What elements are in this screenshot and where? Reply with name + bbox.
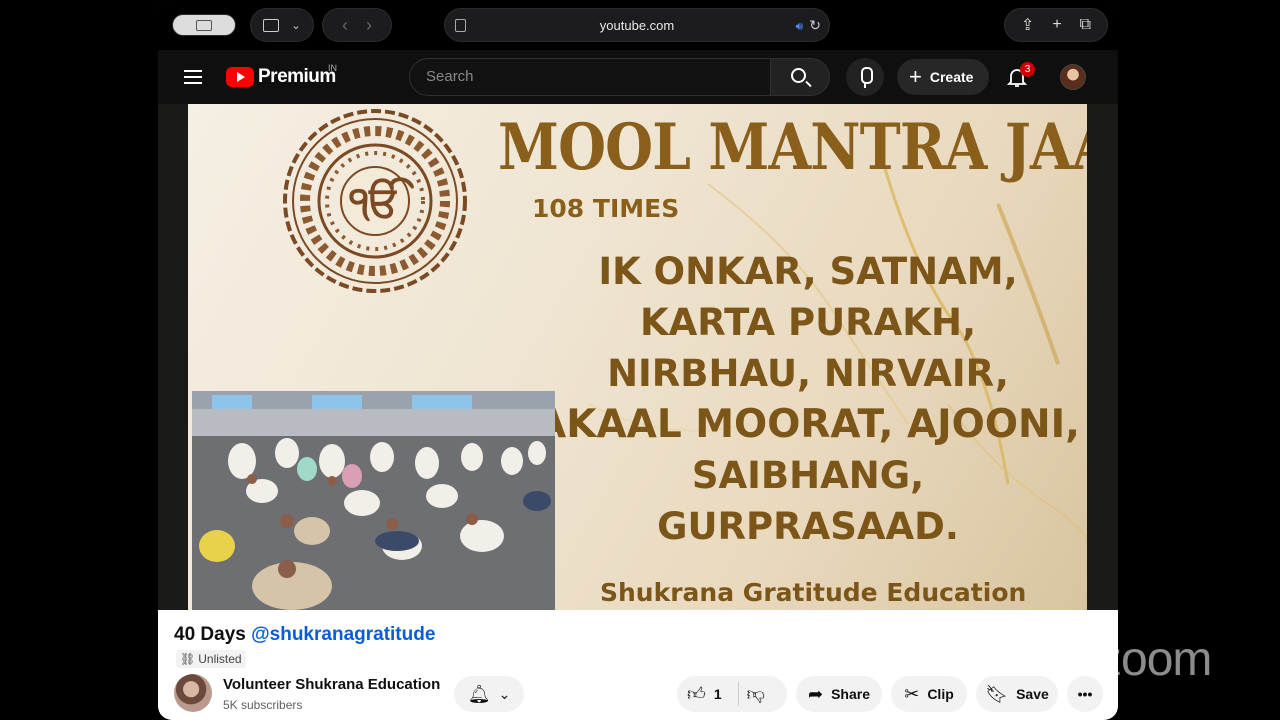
search-input[interactable]: Search xyxy=(409,58,771,96)
video-title: 40 Days @shukranagratitude xyxy=(174,624,435,646)
mantra-line: NIRBHAU, NIRVAIR, xyxy=(607,352,1009,395)
like-icon[interactable]: 👍︎ xyxy=(687,683,706,705)
logo-text: Premium xyxy=(258,66,336,87)
page-menu-icon[interactable] xyxy=(455,19,466,32)
clip-label: Clip xyxy=(927,686,954,702)
save-label: Save xyxy=(1016,686,1049,702)
save-button[interactable]: 🔖︎ Save xyxy=(976,676,1058,712)
tab-overview-button[interactable] xyxy=(172,14,236,36)
mantra-line: AKAAL MOORAT, AJOONI, xyxy=(536,402,1080,447)
share-label: Share xyxy=(831,686,870,702)
notification-badge: 3 xyxy=(1020,62,1035,77)
tabs-icon xyxy=(196,19,212,31)
browser-window: ⌄ ‹ › youtube.com 🔊︎ ↻ ⇪ + ⧉ Premium IN … xyxy=(158,0,1118,720)
video-frame: ੴ MOOL MANTRA JAAP 108 TIMES IK ONKAR, S… xyxy=(188,104,1087,610)
audio-playing-icon[interactable]: 🔊︎ xyxy=(795,19,803,34)
share-arrow-icon: ➦ xyxy=(807,683,824,704)
youtube-header: Premium IN Search + Create 3 xyxy=(158,50,1118,104)
bell-icon: 🔔︎ xyxy=(467,683,491,704)
nav-buttons: ‹ › xyxy=(322,8,392,42)
chevron-down-icon: ⌄ xyxy=(498,685,511,702)
subscriber-count: 5K subscribers xyxy=(223,698,303,712)
new-tab-icon[interactable]: + xyxy=(1052,16,1061,34)
dislike-icon[interactable]: 👎︎ xyxy=(747,683,765,705)
back-icon[interactable]: ‹ xyxy=(342,15,348,36)
slide-footer: Shukrana Gratitude Education xyxy=(600,578,1027,607)
visibility-badge: ⛓ Unlisted xyxy=(176,650,246,668)
address-bar[interactable]: youtube.com 🔊︎ ↻ xyxy=(444,8,830,42)
sidebar-toggle-button[interactable]: ⌄ xyxy=(250,8,314,42)
search-button[interactable] xyxy=(770,58,830,96)
reload-icon[interactable]: ↻ xyxy=(809,17,821,34)
tab-overview-icon[interactable]: ⧉ xyxy=(1080,16,1091,34)
mantra-line: SAIBHANG, xyxy=(691,454,925,497)
slide-subtitle: 108 TIMES xyxy=(532,194,680,223)
chevron-down-icon: ⌄ xyxy=(291,19,301,32)
safari-toolbar: ⌄ ‹ › youtube.com 🔊︎ ↻ ⇪ + ⧉ xyxy=(158,0,1118,50)
sidebar-icon xyxy=(263,18,280,32)
url-text: youtube.com xyxy=(599,17,675,33)
plus-icon: + xyxy=(909,64,922,89)
zoom-watermark: zoom xyxy=(1098,633,1212,686)
youtube-play-icon xyxy=(226,67,254,87)
share-icon[interactable]: ⇪ xyxy=(1021,15,1034,35)
youtube-logo[interactable]: Premium IN xyxy=(226,63,337,88)
channel-handle-link[interactable]: @shukranagratitude xyxy=(251,624,435,645)
bookmark-icon: 🔖︎ xyxy=(985,683,1009,704)
video-info: 40 Days @shukranagratitude ⛓ Unlisted Vo… xyxy=(158,610,1118,720)
clip-button[interactable]: ✂ Clip xyxy=(891,676,967,712)
mantra-line: KARTA PURAKH, xyxy=(640,301,976,344)
forward-icon[interactable]: › xyxy=(366,15,372,36)
meditation-group-photo xyxy=(192,391,555,610)
mantra-text: IK ONKAR, SATNAM, KARTA PURAKH, NIRBHAU,… xyxy=(536,246,1080,552)
menu-icon[interactable] xyxy=(184,70,202,84)
safari-right-buttons: ⇪ + ⧉ xyxy=(1004,8,1108,42)
channel-name[interactable]: Volunteer Shukrana Education xyxy=(223,676,440,693)
account-avatar[interactable] xyxy=(1060,64,1086,90)
channel-avatar[interactable] xyxy=(174,674,212,712)
like-dislike-group: 👍︎ 1 👎︎ xyxy=(677,676,787,712)
mantra-line: GURPRASAAD. xyxy=(657,505,959,548)
search-icon xyxy=(791,68,806,83)
visibility-text: Unlisted xyxy=(198,652,242,666)
mantra-line: IK ONKAR, SATNAM, xyxy=(598,250,1018,293)
like-count[interactable]: 1 xyxy=(714,686,722,702)
slide-title: MOOL MANTRA JAAP xyxy=(498,110,1087,185)
voice-search-button[interactable] xyxy=(846,58,884,96)
create-button[interactable]: + Create xyxy=(897,59,989,95)
more-icon: ••• xyxy=(1077,686,1093,702)
scissors-icon: ✂ xyxy=(904,683,920,704)
title-text: 40 Days xyxy=(174,624,246,645)
create-label: Create xyxy=(929,69,974,85)
ik-onkar-emblem: ੴ xyxy=(283,109,467,293)
divider xyxy=(737,682,739,706)
share-button[interactable]: ➦ Share xyxy=(796,676,882,712)
subscription-bell-button[interactable]: 🔔︎ ⌄ xyxy=(454,676,524,712)
region-code: IN xyxy=(328,63,337,73)
link-icon: ⛓ xyxy=(180,652,196,666)
video-player[interactable]: ੴ MOOL MANTRA JAAP 108 TIMES IK ONKAR, S… xyxy=(158,104,1118,610)
